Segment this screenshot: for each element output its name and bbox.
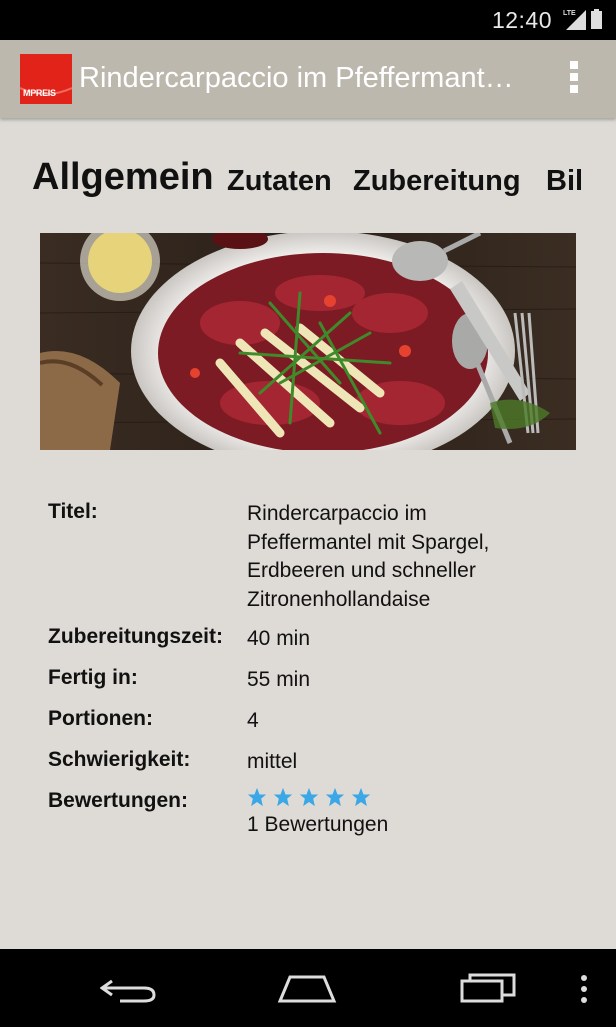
prep-time-label: Zubereitungszeit:	[48, 625, 224, 648]
star-icon	[273, 787, 293, 807]
navigation-bar	[0, 949, 616, 1027]
title-label: Titel:	[48, 500, 98, 523]
recipe-title-bar: Rindercarpaccio im Pfeffermant…	[79, 62, 514, 94]
recents-icon[interactable]	[460, 971, 518, 1005]
star-icon	[351, 787, 371, 807]
star-icon	[299, 787, 319, 807]
menu-icon[interactable]	[579, 974, 589, 1004]
lte-signal-icon: LTE	[563, 10, 586, 30]
svg-text:LTE: LTE	[563, 10, 576, 17]
recipe-photo	[40, 233, 576, 450]
home-icon[interactable]	[276, 971, 338, 1005]
title-line: Pfeffermantel mit Spargel,	[247, 530, 490, 554]
ratings-label: Bewertungen:	[48, 789, 189, 812]
prep-time-value: 40 min	[247, 627, 311, 650]
ratings-value: 1 Bewertungen	[247, 787, 577, 840]
battery-icon	[591, 9, 602, 29]
star-icon	[325, 787, 345, 807]
action-bar: MPREIS Rindercarpaccio im Pfeffermant…	[0, 40, 616, 118]
tab-zutaten[interactable]: Zutaten	[227, 165, 332, 198]
title-value: Rindercarpaccio im Pfeffermantel mit Spa…	[247, 500, 577, 614]
status-time: 12:40	[491, 7, 552, 33]
difficulty-value: mittel	[247, 750, 298, 773]
tab-strip: Allgemein Zutaten Zubereitung Bil	[0, 150, 616, 210]
status-bar: 12:40 LTE	[0, 0, 616, 40]
portions-label: Portionen:	[48, 707, 153, 730]
title-line: Erdbeeren und schneller	[247, 559, 476, 582]
mpreis-logo[interactable]: MPREIS	[20, 54, 72, 104]
ready-in-value: 55 min	[247, 668, 311, 691]
title-line: Zitronenhollandaise	[247, 587, 431, 611]
logo-text: MPREIS	[23, 88, 56, 98]
ready-in-label: Fertig in:	[48, 666, 138, 689]
star-icon	[247, 787, 267, 807]
back-icon[interactable]	[100, 971, 158, 1005]
difficulty-label: Schwierigkeit:	[48, 748, 191, 771]
tab-zubereitung[interactable]: Zubereitung	[353, 165, 521, 198]
title-line: Rindercarpaccio im	[247, 502, 427, 525]
portions-value: 4	[247, 709, 259, 732]
tab-allgemein[interactable]: Allgemein	[32, 156, 214, 199]
rating-stars[interactable]	[247, 787, 577, 807]
ratings-count: 1 Bewertungen	[247, 813, 389, 836]
tab-bilder[interactable]: Bil	[546, 165, 583, 198]
overflow-menu-icon[interactable]	[570, 61, 578, 97]
